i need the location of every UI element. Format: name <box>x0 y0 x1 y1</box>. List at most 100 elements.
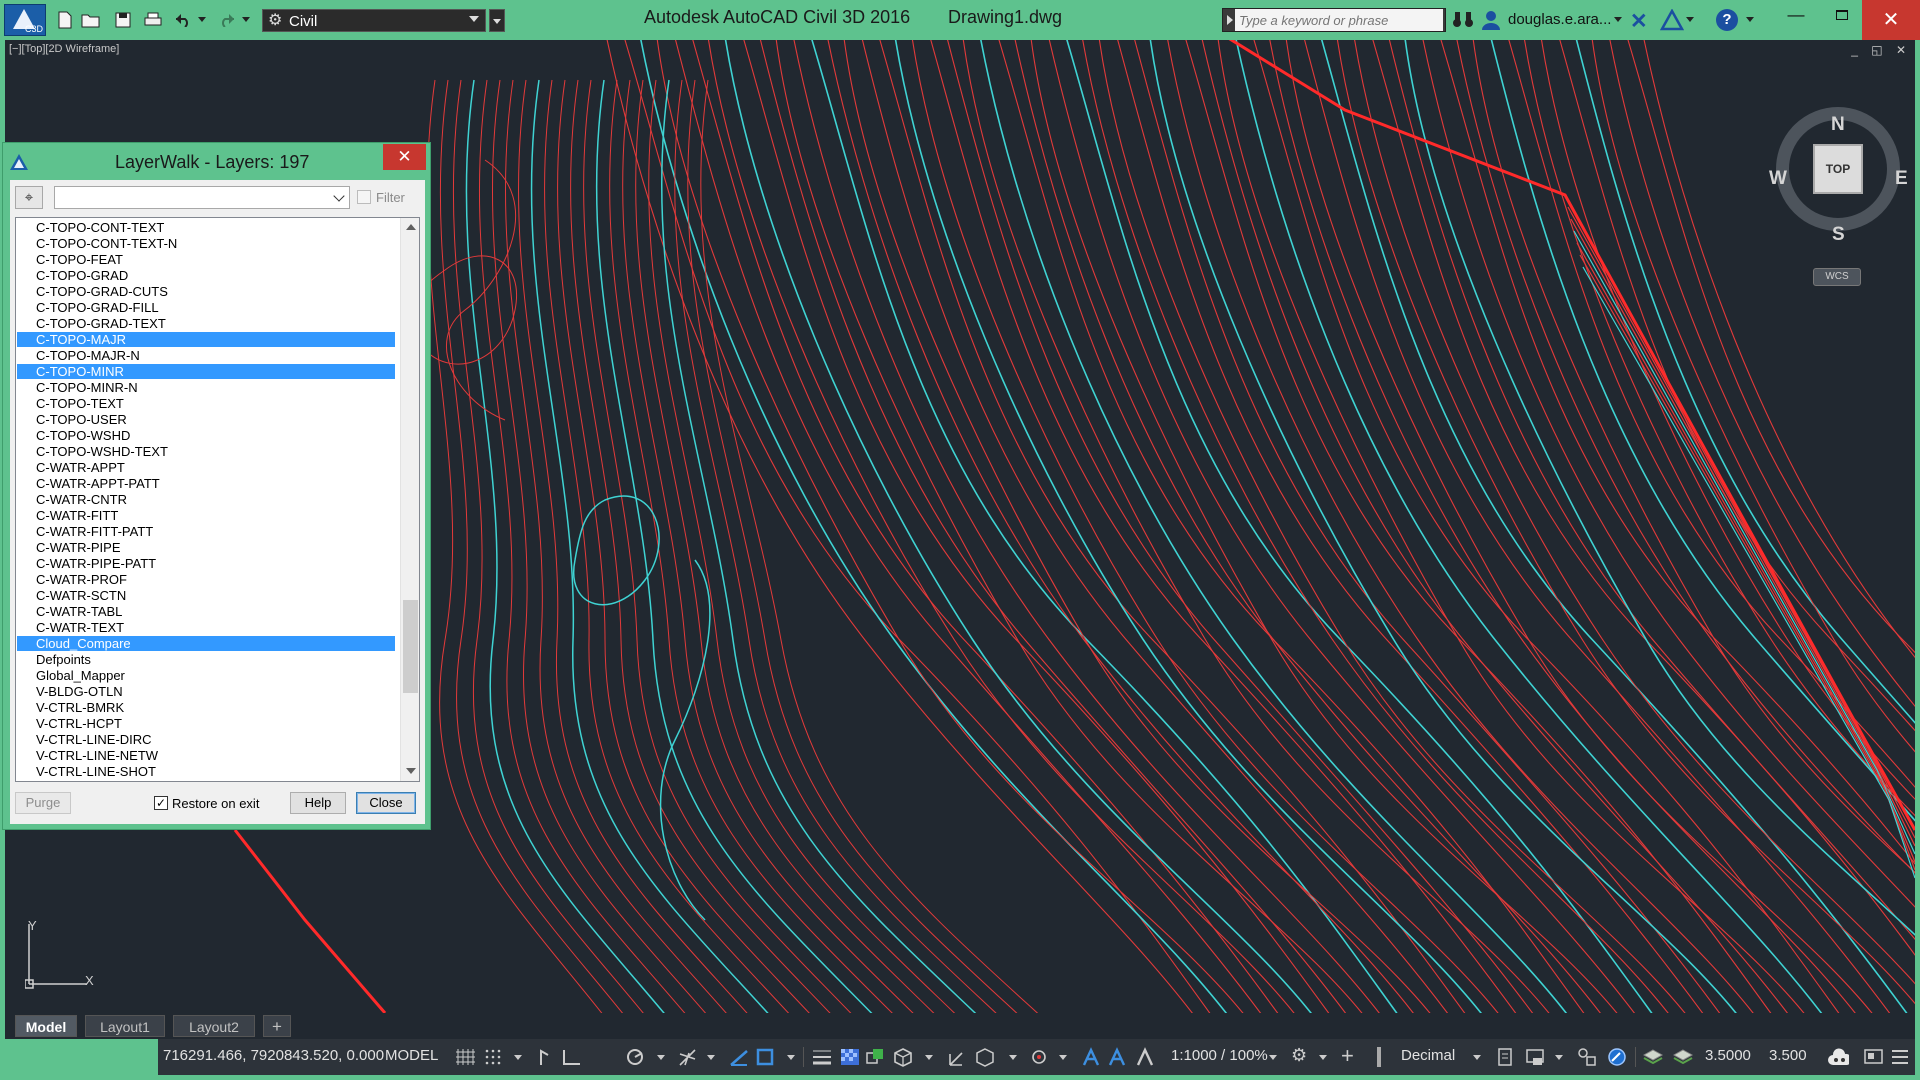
search-input[interactable] <box>1235 9 1443 31</box>
chevron-down-icon[interactable] <box>925 1055 933 1060</box>
layer-list-item[interactable]: C-TOPO-CONT-TEXT <box>17 220 395 235</box>
select-objects-button[interactable]: ⌖ <box>15 186 43 209</box>
layer-list-item[interactable]: C-TOPO-GRAD-TEXT <box>17 316 395 331</box>
layer-list-item[interactable]: C-TOPO-GRAD <box>17 268 395 283</box>
close-button[interactable]: Close <box>356 792 416 814</box>
layer-list-item[interactable]: C-WATR-PIPE <box>17 540 395 555</box>
chevron-down-icon[interactable] <box>1319 1055 1327 1060</box>
object-snap-icon[interactable] <box>755 1047 777 1067</box>
grid-icon[interactable] <box>455 1047 477 1067</box>
workspace-switch-icon[interactable]: ⚙ <box>1291 1045 1307 1066</box>
filter-checkbox[interactable] <box>357 190 371 204</box>
layer-list-item[interactable]: V-CTRL-LINE-SHOT <box>17 764 395 779</box>
layer-list-item[interactable]: C-TOPO-MAJR <box>17 332 395 347</box>
dynamic-ucs-icon[interactable] <box>947 1047 969 1067</box>
layer-list-item[interactable]: V-CTRL-LINE-NETW <box>17 748 395 763</box>
layer-list-item[interactable]: V-CTRL-HCPT <box>17 716 395 731</box>
isolate-objects-icon[interactable] <box>1577 1047 1599 1067</box>
layer-list-item[interactable]: C-TOPO-MINR-N <box>17 380 395 395</box>
app-menu-button[interactable]: C3D <box>4 4 46 36</box>
snap-mode-icon[interactable] <box>483 1047 505 1067</box>
layer-list-item[interactable]: C-WATR-TEXT <box>17 620 395 635</box>
layer-list-item[interactable]: V-CTRL-LINE-DIRC <box>17 732 395 747</box>
purge-button[interactable]: Purge <box>15 792 71 814</box>
layer-list-item[interactable]: Global_Mapper <box>17 668 395 683</box>
expand-arrow-icon[interactable] <box>1227 15 1233 25</box>
layer-list-item[interactable]: C-TOPO-WSHD-TEXT <box>17 444 395 459</box>
lineweight-icon[interactable] <box>811 1047 833 1067</box>
window-close-button[interactable]: ✕ <box>1862 0 1920 40</box>
viewcube-top-face[interactable]: TOP <box>1813 144 1863 194</box>
viewcube[interactable]: TOP N S W E WCS <box>1763 74 1915 286</box>
layer-list-item[interactable]: C-WATR-PROF <box>17 572 395 587</box>
layer-list-item[interactable]: C-WATR-FITT-PATT <box>17 524 395 539</box>
layer-list-item[interactable]: C-TOPO-GRAD-CUTS <box>17 284 395 299</box>
save-button[interactable] <box>112 10 134 30</box>
chevron-down-icon[interactable] <box>1686 17 1694 22</box>
layer-list-item[interactable]: C-TOPO-CONT-TEXT-N <box>17 236 395 251</box>
chevron-down-icon[interactable] <box>657 1055 665 1060</box>
scroll-down-icon[interactable] <box>406 768 416 774</box>
chevron-down-icon[interactable] <box>1555 1055 1563 1060</box>
layer-list-item[interactable]: C-TOPO-USER <box>17 412 395 427</box>
chevron-down-icon[interactable] <box>787 1055 795 1060</box>
layer-list-item[interactable]: C-TOPO-FEAT <box>17 252 395 267</box>
status-value-1[interactable]: 3.5000 <box>1705 1047 1751 1064</box>
annotation-scale-readout[interactable]: 1:1000 / 100% <box>1171 1047 1268 1064</box>
chevron-down-icon[interactable] <box>707 1055 715 1060</box>
isodraft-icon[interactable] <box>677 1047 699 1067</box>
viewport-window-controls[interactable]: _ ◱ ✕ <box>1851 43 1911 57</box>
layer-list-item[interactable]: C-WATR-TABL <box>17 604 395 619</box>
layer-list-item[interactable]: C-TOPO-MAJR-N <box>17 348 395 363</box>
scroll-up-icon[interactable] <box>406 224 416 230</box>
layer-list-item[interactable]: C-WATR-PIPE-PATT <box>17 556 395 571</box>
compass-north[interactable]: N <box>1831 114 1845 136</box>
layer-list[interactable]: C-TOPO-CONT-TEXT C-TOPO-CONT-TEXT-N C-TOPO… <box>15 217 420 782</box>
chevron-down-icon[interactable] <box>1059 1055 1067 1060</box>
a360-icon[interactable] <box>1660 9 1684 31</box>
user-name[interactable]: douglas.e.ara... <box>1508 11 1611 28</box>
layer-stack-icon[interactable] <box>1673 1047 1695 1067</box>
layer-list-item[interactable]: V-CTRL-NODE-KNOW <box>17 780 395 781</box>
workspace-selector[interactable]: ⚙ Civil <box>262 9 486 32</box>
units-readout[interactable]: Decimal <box>1401 1047 1455 1064</box>
open-file-button[interactable] <box>80 10 102 30</box>
object-snap-tracking-icon[interactable] <box>729 1047 751 1067</box>
ortho-icon[interactable] <box>561 1047 583 1067</box>
customization-menu-icon[interactable] <box>1889 1047 1911 1067</box>
annotation-visibility-icon[interactable] <box>1081 1047 1103 1067</box>
layer-stack-icon[interactable] <box>1643 1047 1665 1067</box>
tab-layout2[interactable]: Layout2 <box>173 1015 255 1037</box>
layer-list-item[interactable]: C-TOPO-TEXT <box>17 396 395 411</box>
layer-list-item[interactable]: C-TOPO-GRAD-FILL <box>17 300 395 315</box>
layer-list-item[interactable]: C-TOPO-WSHD <box>17 428 395 443</box>
print-button[interactable] <box>142 10 164 30</box>
compass-west[interactable]: W <box>1769 168 1787 190</box>
chevron-down-icon[interactable] <box>514 1055 522 1060</box>
dialog-close-button[interactable]: ✕ <box>383 144 426 170</box>
maximize-button[interactable] <box>1820 2 1864 32</box>
quick-access-customize-button[interactable] <box>489 9 505 32</box>
layer-list-item[interactable]: C-WATR-SCTN <box>17 588 395 603</box>
viewport-controls-label[interactable]: [−][Top][2D Wireframe] <box>9 43 119 55</box>
layer-list-scrollbar[interactable] <box>400 218 419 781</box>
chevron-down-icon[interactable] <box>1473 1055 1481 1060</box>
help-button[interactable]: Help <box>290 792 346 814</box>
chevron-down-icon[interactable] <box>1269 1055 1277 1060</box>
hardware-acceleration-icon[interactable] <box>1607 1047 1629 1067</box>
chevron-down-icon[interactable] <box>1009 1055 1017 1060</box>
redo-button[interactable] <box>216 10 238 30</box>
cloud-sync-icon[interactable] <box>1827 1047 1849 1067</box>
auto-scale-icon[interactable] <box>1107 1047 1129 1067</box>
model-space-toggle[interactable]: MODEL <box>385 1047 438 1064</box>
polar-tracking-icon[interactable] <box>625 1047 647 1067</box>
coordinate-readout[interactable]: 716291.466, 7920843.520, 0.000 <box>163 1047 384 1064</box>
minimize-button[interactable]: — <box>1774 2 1818 32</box>
gizmo-icon[interactable] <box>1029 1047 1051 1067</box>
layer-list-item[interactable]: C-WATR-APPT-PATT <box>17 476 395 491</box>
compass-east[interactable]: E <box>1895 168 1908 190</box>
new-file-button[interactable] <box>54 10 76 30</box>
layer-filter-combo[interactable] <box>54 186 350 209</box>
layer-list-item[interactable]: V-CTRL-BMRK <box>17 700 395 715</box>
add-layout-button[interactable]: + <box>263 1015 291 1037</box>
